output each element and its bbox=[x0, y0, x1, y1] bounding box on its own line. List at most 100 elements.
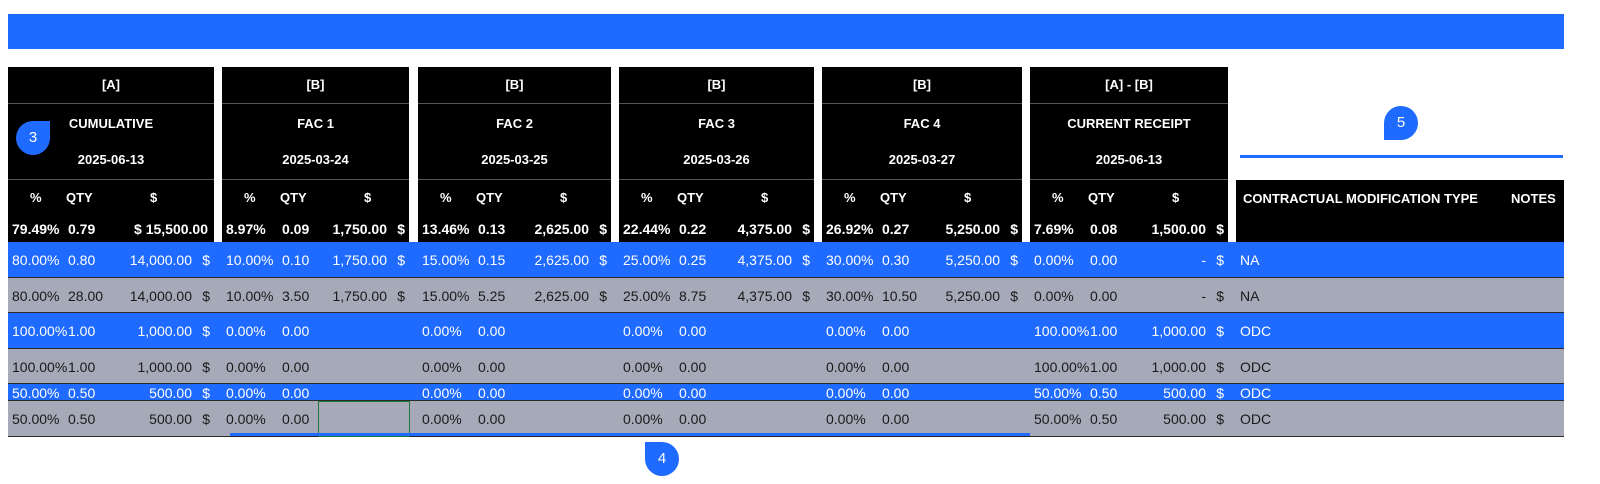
cell-amt[interactable]: 5,250.00 bbox=[946, 252, 1001, 268]
selected-cell[interactable] bbox=[318, 401, 410, 437]
cell-qty[interactable]: 1.00 bbox=[1090, 359, 1117, 375]
cell-qty[interactable]: 0.00 bbox=[1090, 252, 1117, 268]
cell-mod-type[interactable]: NA bbox=[1240, 252, 1259, 268]
cell-cur[interactable]: $ bbox=[1216, 359, 1224, 375]
cell-pct[interactable]: 0.00% bbox=[623, 359, 663, 375]
cell-pct[interactable]: 0.00% bbox=[226, 323, 266, 339]
cell-qty[interactable]: 0.50 bbox=[68, 411, 95, 427]
cell-cur[interactable]: $ bbox=[397, 252, 405, 268]
cell-qty[interactable]: 0.10 bbox=[282, 252, 309, 268]
cell-pct[interactable]: 0.00% bbox=[826, 359, 866, 375]
cell-cur[interactable]: $ bbox=[1216, 385, 1224, 401]
cell-pct[interactable]: 10.00% bbox=[226, 288, 273, 304]
cell-cur[interactable]: $ bbox=[1216, 323, 1224, 339]
cell-pct[interactable]: 15.00% bbox=[422, 288, 469, 304]
cell-pct[interactable]: 0.00% bbox=[422, 411, 462, 427]
cell-qty[interactable]: 0.00 bbox=[282, 411, 309, 427]
cell-qty[interactable]: 0.00 bbox=[679, 359, 706, 375]
cell-pct[interactable]: 100.00% bbox=[1034, 323, 1089, 339]
cell-amt[interactable]: 1,000.00 bbox=[138, 323, 193, 339]
cell-cur[interactable]: $ bbox=[802, 252, 810, 268]
cell-amt[interactable]: 1,000.00 bbox=[138, 359, 193, 375]
cell-amt[interactable]: 1,750.00 bbox=[333, 288, 388, 304]
cell-qty[interactable]: 0.00 bbox=[478, 411, 505, 427]
cell-qty[interactable]: 1.00 bbox=[68, 323, 95, 339]
cell-amt[interactable]: 4,375.00 bbox=[738, 288, 793, 304]
cell-pct[interactable]: 30.00% bbox=[826, 288, 873, 304]
cell-qty[interactable]: 0.80 bbox=[68, 252, 95, 268]
cell-cur[interactable]: $ bbox=[1216, 411, 1224, 427]
cell-pct[interactable]: 25.00% bbox=[623, 252, 670, 268]
cell-pct[interactable]: 0.00% bbox=[226, 385, 266, 401]
cell-pct[interactable]: 0.00% bbox=[826, 385, 866, 401]
cell-mod-type[interactable]: ODC bbox=[1240, 411, 1271, 427]
cell-qty[interactable]: 3.50 bbox=[282, 288, 309, 304]
cell-pct[interactable]: 50.00% bbox=[1034, 385, 1081, 401]
cell-cur[interactable]: $ bbox=[599, 288, 607, 304]
cell-qty[interactable]: 0.00 bbox=[478, 385, 505, 401]
cell-qty[interactable]: 0.00 bbox=[679, 385, 706, 401]
cell-pct[interactable]: 50.00% bbox=[1034, 411, 1081, 427]
cell-pct[interactable]: 25.00% bbox=[623, 288, 670, 304]
cell-qty[interactable]: 0.00 bbox=[679, 323, 706, 339]
cell-cur[interactable]: $ bbox=[202, 323, 210, 339]
cell-amt[interactable]: 500.00 bbox=[1163, 411, 1206, 427]
cell-qty[interactable]: 0.00 bbox=[282, 359, 309, 375]
cell-pct[interactable]: 0.00% bbox=[422, 323, 462, 339]
cell-qty[interactable]: 0.00 bbox=[882, 359, 909, 375]
cell-qty[interactable]: 0.00 bbox=[478, 323, 505, 339]
cell-amt[interactable]: 4,375.00 bbox=[738, 252, 793, 268]
cell-qty[interactable]: 10.50 bbox=[882, 288, 917, 304]
cell-amt[interactable]: 14,000.00 bbox=[130, 288, 192, 304]
cell-pct[interactable]: 50.00% bbox=[12, 411, 59, 427]
cell-amt[interactable]: 1,000.00 bbox=[1152, 359, 1207, 375]
cell-cur[interactable]: $ bbox=[599, 252, 607, 268]
cell-qty[interactable]: 0.50 bbox=[1090, 385, 1117, 401]
cell-cur[interactable]: $ bbox=[1216, 288, 1224, 304]
cell-qty[interactable]: 0.00 bbox=[679, 411, 706, 427]
cell-pct[interactable]: 0.00% bbox=[623, 323, 663, 339]
cell-pct[interactable]: 0.00% bbox=[623, 385, 663, 401]
cell-amt[interactable]: 1,000.00 bbox=[1152, 323, 1207, 339]
cell-pct[interactable]: 0.00% bbox=[422, 359, 462, 375]
cell-cur[interactable]: $ bbox=[202, 385, 210, 401]
cell-qty[interactable]: 0.00 bbox=[282, 323, 309, 339]
cell-pct[interactable]: 0.00% bbox=[226, 411, 266, 427]
cell-qty[interactable]: 0.00 bbox=[1090, 288, 1117, 304]
cell-qty[interactable]: 8.75 bbox=[679, 288, 706, 304]
cell-qty[interactable]: 0.50 bbox=[1090, 411, 1117, 427]
cell-qty[interactable]: 0.25 bbox=[679, 252, 706, 268]
cell-qty[interactable]: 0.00 bbox=[478, 359, 505, 375]
cell-amt[interactable]: - bbox=[1201, 252, 1206, 268]
cell-qty[interactable]: 0.00 bbox=[282, 385, 309, 401]
cell-pct[interactable]: 0.00% bbox=[1034, 288, 1074, 304]
cell-amt[interactable]: 1,750.00 bbox=[333, 252, 388, 268]
cell-mod-type[interactable]: ODC bbox=[1240, 323, 1271, 339]
cell-qty[interactable]: 0.15 bbox=[478, 252, 505, 268]
cell-qty[interactable]: 0.00 bbox=[882, 323, 909, 339]
cell-mod-type[interactable]: ODC bbox=[1240, 359, 1271, 375]
cell-pct[interactable]: 100.00% bbox=[1034, 359, 1089, 375]
cell-cur[interactable]: $ bbox=[1010, 252, 1018, 268]
cell-qty[interactable]: 0.50 bbox=[68, 385, 95, 401]
cell-amt[interactable]: - bbox=[1201, 288, 1206, 304]
cell-pct[interactable]: 100.00% bbox=[12, 323, 67, 339]
cell-cur[interactable]: $ bbox=[202, 359, 210, 375]
cell-cur[interactable]: $ bbox=[202, 411, 210, 427]
cell-qty[interactable]: 0.00 bbox=[882, 411, 909, 427]
cell-amt[interactable]: 500.00 bbox=[149, 411, 192, 427]
cell-pct[interactable]: 0.00% bbox=[422, 385, 462, 401]
cell-cur[interactable]: $ bbox=[1010, 288, 1018, 304]
cell-mod-type[interactable]: NA bbox=[1240, 288, 1259, 304]
cell-pct[interactable]: 10.00% bbox=[226, 252, 273, 268]
cell-pct[interactable]: 100.00% bbox=[12, 359, 67, 375]
cell-pct[interactable]: 0.00% bbox=[1034, 252, 1074, 268]
cell-pct[interactable]: 50.00% bbox=[12, 385, 59, 401]
cell-cur[interactable]: $ bbox=[202, 252, 210, 268]
cell-amt[interactable]: 2,625.00 bbox=[535, 288, 590, 304]
cell-pct[interactable]: 0.00% bbox=[623, 411, 663, 427]
cell-amt[interactable]: 500.00 bbox=[149, 385, 192, 401]
cell-qty[interactable]: 1.00 bbox=[1090, 323, 1117, 339]
cell-pct[interactable]: 80.00% bbox=[12, 288, 59, 304]
cell-qty[interactable]: 0.30 bbox=[882, 252, 909, 268]
